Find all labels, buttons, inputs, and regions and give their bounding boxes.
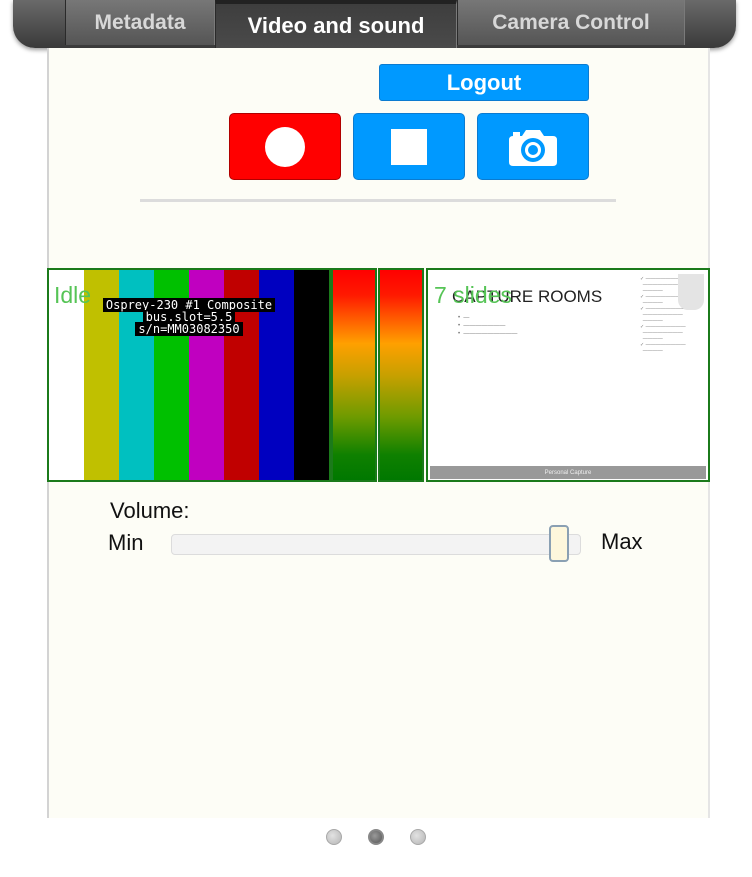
camera-icon xyxy=(509,129,557,166)
volume-label: Volume: xyxy=(110,498,190,523)
volume-min-label: Min xyxy=(108,530,144,555)
page-dot[interactable] xyxy=(368,829,384,845)
video-caption: Osprey-230 #1 Composite bus.slot=5.5 s/n… xyxy=(95,298,283,336)
snapshot-button[interactable] xyxy=(477,113,589,180)
record-button[interactable] xyxy=(229,113,341,180)
audio-level-meter-left xyxy=(331,268,377,482)
volume-max-label: Max xyxy=(601,529,643,554)
stop-button[interactable] xyxy=(353,113,465,180)
tab-video-and-sound[interactable]: Video and sound xyxy=(215,0,457,48)
tab-metadata[interactable]: Metadata xyxy=(65,0,215,45)
stop-icon xyxy=(391,128,427,165)
volume-slider-handle[interactable] xyxy=(549,525,570,562)
page-dot[interactable] xyxy=(326,829,342,845)
caption-line: s/n=MM03082350 xyxy=(135,322,243,336)
slide-footer: Personal Capture xyxy=(430,466,706,479)
volume-slider-track[interactable] xyxy=(171,534,581,555)
slide-corner-tab xyxy=(678,274,704,310)
video-preview[interactable]: Osprey-230 #1 Composite bus.slot=5.5 s/n… xyxy=(47,268,331,482)
divider xyxy=(140,199,616,202)
tab-camera-control[interactable]: Camera Control xyxy=(457,0,685,45)
slide-preview[interactable]: CAPTURE ROOMS • — • ——————— • ————————— … xyxy=(426,268,710,482)
slide-bullets: • — • ——————— • ————————— xyxy=(458,315,518,337)
logout-button[interactable]: Logout xyxy=(379,64,589,101)
tab-bar: Metadata Video and sound Camera Control xyxy=(13,0,736,48)
color-bar xyxy=(294,270,329,480)
page-dot[interactable] xyxy=(410,829,426,845)
audio-level-meter-right xyxy=(378,268,424,482)
record-icon xyxy=(265,126,305,167)
slide-count: 7 slides xyxy=(434,282,512,308)
recording-status: Idle xyxy=(54,282,92,308)
